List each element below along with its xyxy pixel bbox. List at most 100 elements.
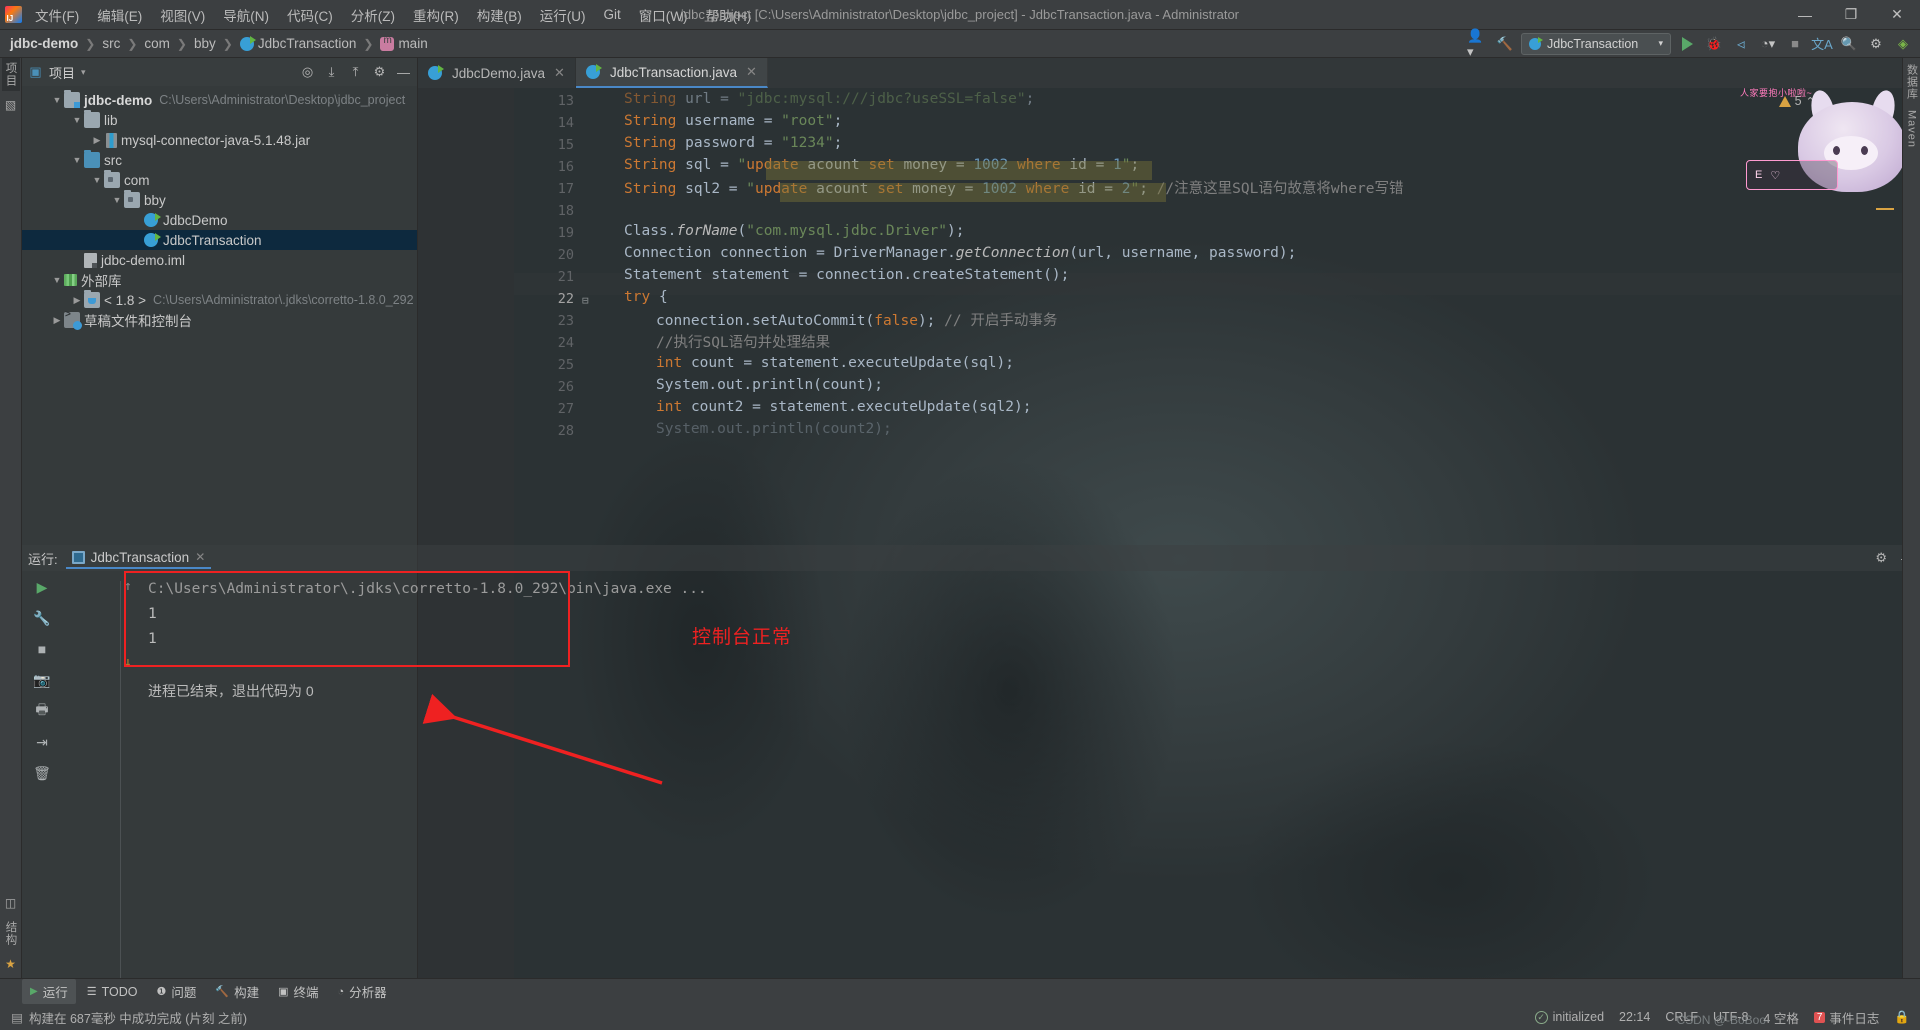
bookmark-star-icon[interactable]: ★ [4,957,18,971]
lock-icon[interactable]: 🔒 [1894,1010,1910,1025]
breadcrumb-com[interactable]: com [140,35,174,52]
tree-arrow-icon[interactable]: ▼ [110,195,124,205]
menu-item-view[interactable]: 视图(V) [151,1,214,29]
bottom-tab-profiler[interactable]: ◔ 分析器 [330,979,395,1004]
tree-node-external-libraries[interactable]: ▼ 外部库 [22,270,417,290]
breadcrumb-class[interactable]: JdbcTransaction [236,35,361,52]
wrench-icon[interactable]: 🔧 [33,609,51,627]
menu-item-code[interactable]: 代码(C) [278,1,342,29]
settings-gear-icon[interactable]: ⚙ [1865,33,1887,55]
tree-node-jdk[interactable]: ▶ < 1.8 > C:\Users\Administrator\.jdks\c… [22,290,417,310]
menu-item-file[interactable]: 文件(F) [26,1,88,29]
code-line-24[interactable]: //执行SQL语句并处理结果 [624,330,1902,352]
expand-all-icon[interactable]: ⤓ [324,64,339,80]
favorites-folder-icon[interactable]: ▧ [4,98,18,112]
code-line-21[interactable]: Statement statement = connection.createS… [624,264,1902,286]
strip-tab-database[interactable]: 数据库 [1904,64,1920,100]
run-button[interactable] [1676,33,1698,55]
build-hammer-icon[interactable]: 🔨 [1494,33,1516,55]
chevron-down-icon[interactable]: ▾ [81,67,86,78]
strip-tab-project[interactable]: 项目 [1,58,20,91]
left-tool-window-strip[interactable]: 项目 ▧ ◫ 结构 ★ [0,58,22,978]
run-settings-gear-icon[interactable]: ⚙ [1875,550,1887,566]
profiler-button[interactable]: ◔▾ [1757,33,1779,55]
plugin-icon[interactable]: ◈ [1892,33,1914,55]
tree-arrow-icon[interactable]: ▼ [50,95,64,105]
bottom-tool-window-bar[interactable]: ▶ 运行 ☰ TODO ❶ 问题 🔨 构建 ▣ 终端 ◔ 分析器 [0,978,1920,1004]
scroll-from-source-icon[interactable]: ◎ [300,64,315,80]
translate-icon[interactable]: 文A [1811,33,1833,55]
tree-arrow-icon[interactable]: ▼ [90,175,104,185]
scroll-up-icon[interactable]: ↑ [124,579,132,594]
tree-node-bby[interactable]: ▼ bby [22,190,417,210]
bottom-tab-run[interactable]: ▶ 运行 [22,979,76,1004]
menu-item-run[interactable]: 运行(U) [531,1,595,29]
tree-node-lib[interactable]: ▼ lib [22,110,417,130]
menu-item-edit[interactable]: 编辑(E) [88,1,151,29]
user-account-icon[interactable]: 👤▾ [1467,28,1489,59]
tree-node-jdbc-demo[interactable]: ▼ jdbc-demo C:\Users\Administrator\Deskt… [22,90,417,110]
code-line-15[interactable]: String password = "1234"; [624,132,1902,154]
bottom-tab-todo[interactable]: ☰ TODO [79,982,146,1002]
bottom-tab-build[interactable]: 🔨 构建 [207,979,267,1004]
minimize-button[interactable]: — [1782,0,1828,30]
tree-arrow-icon[interactable]: ▶ [90,135,104,146]
breadcrumb-bby[interactable]: bby [190,35,220,52]
breadcrumb-src[interactable]: src [98,35,124,52]
code-line-27[interactable]: int count2 = statement.executeUpdate(sql… [624,396,1902,418]
menu-item-refactor[interactable]: 重构(R) [404,1,468,29]
menu-item-analyze[interactable]: 分析(Z) [342,1,404,29]
strip-tab-structure[interactable]: 结构 [2,917,20,950]
tree-arrow-icon[interactable]: ▶ [50,315,64,326]
code-line-28[interactable]: System.out.println(count2); [624,418,1902,440]
camera-icon[interactable]: 📷 [33,671,51,689]
tree-node-com[interactable]: ▼ com [22,170,417,190]
menu-item-window[interactable]: 窗口(W) [630,1,697,29]
right-tool-window-strip[interactable]: 数据库 Maven [1902,58,1920,978]
project-settings-gear-icon[interactable]: ⚙ [372,64,387,80]
close-run-tab-icon[interactable]: ✕ [195,550,205,564]
breadcrumb-method[interactable]: main [376,35,431,52]
search-icon[interactable]: 🔍 [1838,33,1860,55]
close-button[interactable]: ✕ [1874,0,1920,30]
code-line-23[interactable]: connection.setAutoCommit(false); // 开启手动… [624,308,1902,330]
menu-item-git[interactable]: Git [595,3,630,26]
tree-arrow-icon[interactable]: ▶ [70,295,84,306]
run-tab-jdbctransaction[interactable]: JdbcTransaction ✕ [65,548,212,569]
collapse-all-icon[interactable]: ⤒ [348,64,363,80]
bottom-tab-problems[interactable]: ❶ 问题 [148,979,204,1004]
tree-arrow-icon[interactable]: ▼ [70,155,84,165]
structure-icon[interactable]: ◫ [4,896,18,910]
tree-node-mysql-jar[interactable]: ▶ mysql-connector-java-5.1.48.jar [22,130,417,150]
tree-arrow-icon[interactable]: ▼ [50,275,64,285]
close-tab-icon[interactable]: ✕ [554,65,565,81]
code-line-22[interactable]: try { [624,286,1902,308]
tree-node-src[interactable]: ▼ src [22,150,417,170]
event-log-widget[interactable]: 7 事件日志 [1813,1008,1879,1027]
menu-bar[interactable]: 文件(F) 编辑(E) 视图(V) 导航(N) 代码(C) 分析(Z) 重构(R… [26,1,760,29]
code-line-26[interactable]: System.out.println(count); [624,374,1902,396]
tree-node-scratches[interactable]: ▶ 草稿文件和控制台 [22,309,417,330]
run-configuration-selector[interactable]: JdbcTransaction ▾ [1521,32,1671,55]
tree-arrow-icon[interactable]: ▼ [70,115,84,125]
stop-icon[interactable]: ■ [33,640,51,658]
console-output[interactable]: ↑ ↓ C:\Users\Administrator\.jdks\corrett… [62,571,1920,978]
editor-tab-bar[interactable]: JdbcDemo.java ✕ JdbcTransaction.java ✕ [418,58,1902,88]
code-line-14[interactable]: String username = "root"; [624,110,1902,132]
print-icon[interactable]: 🖶 [33,701,51,720]
code-fold-icon[interactable]: ⊟ [582,294,589,307]
debug-button[interactable]: 🐞 [1703,33,1725,55]
editor-tab-jdbcdemo[interactable]: JdbcDemo.java ✕ [418,58,576,88]
code-line-19[interactable]: Class.forName("com.mysql.jdbc.Driver"); [624,220,1902,242]
trash-icon[interactable]: 🗑 [33,764,51,782]
maximize-button[interactable]: ❐ [1828,0,1874,30]
run-with-coverage-button[interactable]: ⏿ [1730,33,1752,55]
code-line-13[interactable]: String url = "jdbc:mysql:///jdbc?useSSL=… [624,88,1902,110]
tree-node-iml[interactable]: jdbc-demo.iml [22,250,417,270]
strip-tab-maven[interactable]: Maven [1906,110,1918,148]
menu-item-help[interactable]: 帮助(H) [697,1,761,29]
stop-button[interactable]: ■ [1784,33,1806,55]
tree-node-jdbctransaction[interactable]: JdbcTransaction [22,230,417,250]
code-line-25[interactable]: int count = statement.executeUpdate(sql)… [624,352,1902,374]
editor-tab-jdbctransaction[interactable]: JdbcTransaction.java ✕ [575,58,768,88]
